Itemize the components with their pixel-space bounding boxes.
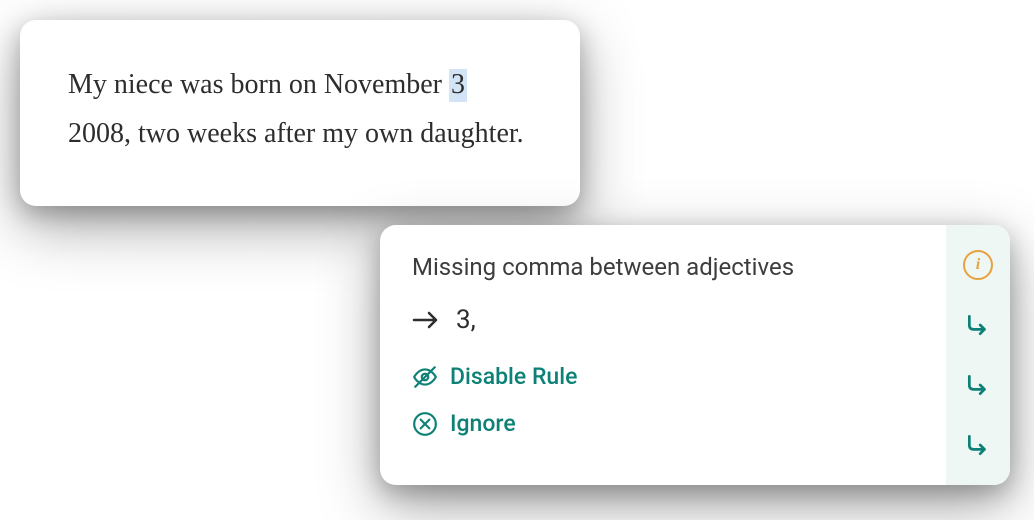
arrow-right-icon: [412, 310, 440, 330]
correction-text: 3,: [456, 305, 476, 335]
close-circle-icon: [412, 411, 438, 437]
ignore-button[interactable]: Ignore: [412, 410, 914, 437]
disable-rule-label: Disable Rule: [450, 363, 577, 390]
text-after-error: 2008, two weeks after my own daughter.: [68, 118, 524, 149]
rule-title: Missing comma between adjectives: [412, 253, 914, 281]
ignore-label: Ignore: [450, 410, 516, 437]
next-suggestion-button-1[interactable]: [962, 309, 994, 341]
correction-suggestion[interactable]: 3,: [412, 305, 914, 335]
eye-off-icon: [412, 364, 438, 390]
next-suggestion-button-3[interactable]: [962, 429, 994, 461]
disable-rule-button[interactable]: Disable Rule: [412, 363, 914, 390]
suggestion-popup: Missing comma between adjectives 3, Disa…: [380, 225, 1010, 485]
text-before-error: My niece was born on November: [68, 69, 449, 100]
next-suggestion-button-2[interactable]: [962, 369, 994, 401]
error-highlight[interactable]: 3: [449, 69, 467, 102]
suggestion-sidebar: i: [946, 225, 1010, 485]
text-editor-card: My niece was born on November 3 2008, tw…: [20, 20, 580, 206]
info-button[interactable]: i: [962, 249, 994, 281]
suggestion-main-panel: Missing comma between adjectives 3, Disa…: [380, 225, 946, 485]
info-icon: i: [963, 250, 993, 280]
